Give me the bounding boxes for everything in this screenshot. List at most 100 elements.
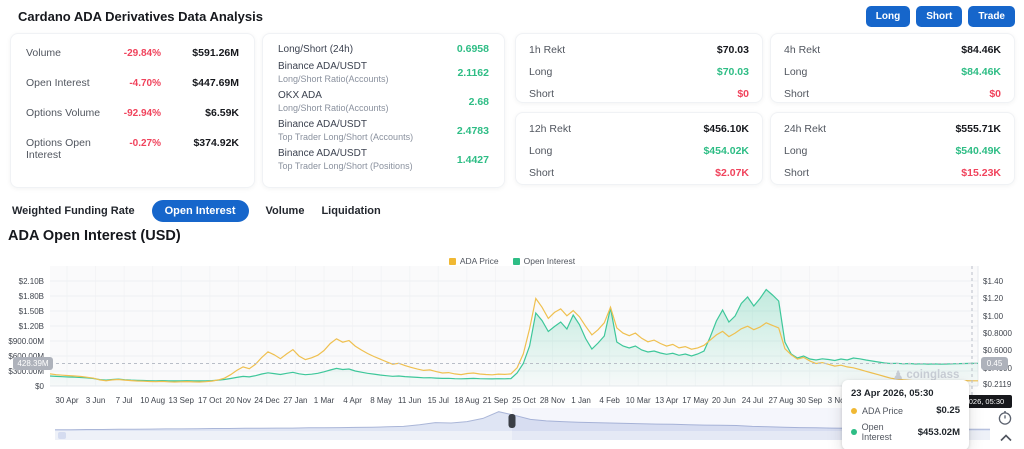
ratio-value: 1.4427 (456, 153, 489, 166)
legend-label: ADA Price (459, 256, 499, 266)
rekt-short-label: Short (784, 167, 810, 179)
x-axis-tick: 1 Mar (313, 396, 335, 405)
x-axis-tick: 25 Oct (512, 396, 536, 405)
ratio-row: Binance ADA/USDT Long/Short Ratio(Accoun… (278, 61, 489, 84)
tooltip-row-price: ADA Price $0.25 (851, 405, 960, 416)
stat-row-options-open-interest: Options Open Interest -0.27% $374.92K (26, 137, 239, 161)
y-axis-tick-left: $900.00M (8, 337, 44, 346)
y-axis-tick-right: $1.20 (983, 294, 1004, 304)
crosshair-price-badge: 0.45 (981, 356, 1008, 370)
legend-label: Open Interest (523, 256, 576, 266)
ada-price-swatch-icon (448, 257, 456, 265)
rekt-long-label: Long (529, 145, 553, 157)
x-axis-tick: 10 Aug (140, 396, 166, 405)
rekt-long-label: Long (784, 66, 808, 78)
rekt-title: 12h Rekt (529, 123, 572, 135)
stat-value: $374.92K (193, 137, 239, 149)
header-buttons: Long Short Trade (865, 6, 1015, 27)
rekt-title: 24h Rekt (784, 123, 827, 135)
ratio-value: 0.6958 (456, 43, 489, 55)
y-axis-tick-right: $1.40 (983, 277, 1004, 287)
x-axis-tick: 30 Sep (796, 396, 823, 405)
rekt-long-value: $84.46K (961, 66, 1001, 78)
rekt-short-value: $15.23K (961, 167, 1001, 179)
tooltip-row-open-interest: Open Interest $453.02M (851, 422, 960, 442)
x-axis-tick: 13 Apr (655, 396, 679, 405)
derivatives-stats-card: Volume -29.84% $591.26M Open Interest -4… (10, 33, 255, 188)
navigator-handle-left[interactable] (508, 414, 516, 428)
tab-open-interest[interactable]: Open Interest (151, 200, 249, 222)
tab-liquidation[interactable]: Liquidation (321, 205, 380, 217)
y-axis-tick-right: $0.8000 (983, 329, 1012, 339)
rekt-card-12h: 12h Rekt $456.10K Long $454.02K Short $2.07… (515, 112, 763, 185)
stat-label: Options Volume (26, 107, 101, 119)
tab-weighted-funding-rate[interactable]: Weighted Funding Rate (12, 205, 135, 217)
rekt-total: $84.46K (961, 44, 1001, 56)
rekt-long-label: Long (784, 145, 808, 157)
ratio-label: Binance ADA/USDT (278, 119, 367, 130)
stat-row-volume: Volume -29.84% $591.26M (26, 47, 239, 59)
rekt-card-1h: 1h Rekt $70.03 Long $70.03 Short $0 (515, 33, 763, 103)
stat-change: -29.84% (123, 48, 161, 59)
chart-legend: ADA Price Open Interest (0, 256, 1024, 266)
x-axis-tick: 18 Aug (454, 396, 480, 405)
ratio-row: Binance ADA/USDT Top Trader Long/Short (… (278, 119, 489, 142)
x-axis-tick: 4 Feb (599, 396, 620, 405)
x-axis-tick: 24 Jul (741, 396, 764, 405)
legend-item-ada-price[interactable]: ADA Price (448, 256, 499, 266)
long-button[interactable]: Long (865, 6, 911, 27)
rekt-short-value: $0 (989, 88, 1001, 100)
x-axis-tick: 7 Jul (115, 396, 133, 405)
tooltip-label: Open Interest (861, 422, 892, 442)
y-axis-tick-right: $1.00 (983, 311, 1004, 321)
x-axis-tick: 1 Jan (571, 396, 591, 405)
chart-section-title: ADA Open Interest (USD) (8, 228, 181, 244)
x-axis-tick: 11 Jun (398, 396, 422, 405)
stat-change: -4.70% (129, 78, 161, 89)
rekt-card-4h: 4h Rekt $84.46K Long $84.46K Short $0 (770, 33, 1015, 103)
ratio-label: Binance ADA/USDT (278, 148, 367, 159)
x-axis-tick: 15 Jul (427, 396, 449, 405)
ratio-row: OKX ADA Long/Short Ratio(Accounts) 2.68 (278, 90, 489, 113)
ratio-label: Long/Short (24h) (278, 43, 354, 55)
rekt-title: 4h Rekt (784, 44, 821, 56)
stat-value: $6.59K (205, 107, 239, 119)
x-axis-tick: 20 Nov (225, 396, 252, 405)
y-axis-tick-right: $0.2119 (983, 380, 1012, 390)
x-axis-tick: 3 Jun (85, 396, 106, 405)
ratio-label: OKX ADA (278, 90, 322, 101)
x-axis-tick: 28 Nov (539, 396, 566, 405)
ratio-sublabel: Long/Short Ratio(Accounts) (278, 103, 389, 113)
navigator-scroll-thumb[interactable] (58, 432, 66, 439)
stat-value: $447.69M (192, 77, 239, 89)
tooltip-value: $453.02M (917, 426, 960, 438)
x-axis-tick: 17 May (682, 396, 709, 405)
y-axis-tick-left: $0 (35, 382, 44, 391)
ratio-value: 2.1162 (457, 66, 489, 79)
stat-label: Open Interest (26, 77, 90, 89)
y-axis-tick-left: $1.80B (18, 292, 44, 301)
chevron-up-icon[interactable] (999, 432, 1013, 444)
ada-price-dot-icon (851, 407, 857, 414)
rekt-long-value: $454.02K (703, 145, 749, 157)
timer-icon[interactable] (997, 409, 1013, 426)
x-axis-tick: 21 Sep (482, 396, 509, 405)
ratio-row: Long/Short (24h) 0.6958 (278, 43, 489, 55)
x-axis-tick: 27 Jan (283, 396, 308, 405)
open-interest-dot-icon (851, 429, 857, 435)
app-root: Cardano ADA Derivatives Data Analysis Lo… (0, 0, 1024, 449)
trade-button[interactable]: Trade (968, 6, 1015, 27)
stat-change: -92.94% (123, 108, 161, 119)
x-axis-tick: 27 Aug (768, 396, 794, 405)
crosshair-oi-badge: 428.39M (13, 356, 53, 370)
legend-item-open-interest[interactable]: Open Interest (512, 256, 576, 266)
tab-volume[interactable]: Volume (266, 205, 305, 217)
rekt-title: 1h Rekt (529, 44, 566, 56)
x-axis-tick: 10 Mar (625, 396, 651, 405)
ratio-sublabel: Long/Short Ratio(Accounts) (278, 74, 389, 84)
rekt-total: $456.10K (703, 123, 749, 135)
short-button[interactable]: Short (916, 6, 963, 27)
ratio-sublabel: Top Trader Long/Short (Positions) (278, 161, 413, 171)
ratio-sublabel: Top Trader Long/Short (Accounts) (278, 132, 414, 142)
long-short-ratio-card: Long/Short (24h) 0.6958 Binance ADA/USDT… (262, 33, 505, 188)
